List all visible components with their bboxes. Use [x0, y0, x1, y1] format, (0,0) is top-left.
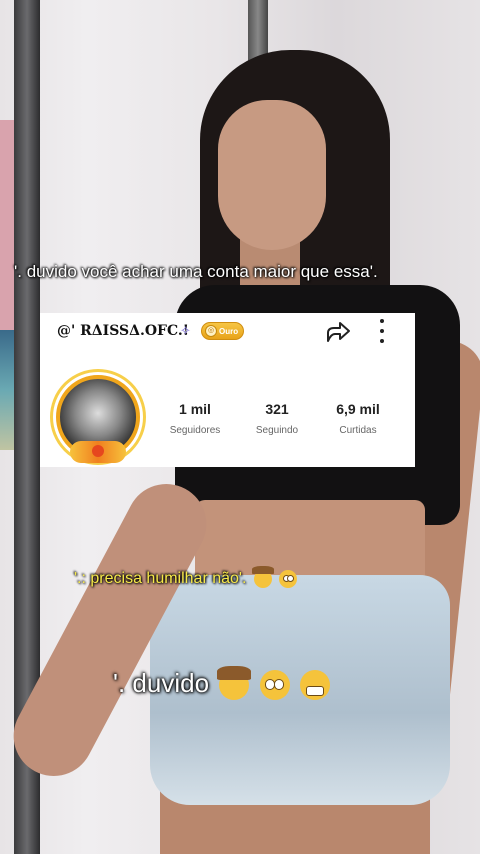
stat-label: Seguindo [255, 425, 299, 436]
caption-top: '. duvido você achar uma conta maior que… [14, 262, 378, 281]
stat-value: 321 [265, 401, 289, 417]
profile-username: @' RΔISSΔ.OFC.! [57, 323, 189, 339]
rank-badge: ◎ Ouro [201, 322, 245, 340]
stat-following[interactable]: 321 Seguindo [242, 401, 312, 436]
stat-followers[interactable]: 1 mil Seguidores [160, 401, 230, 436]
more-vertical-icon[interactable] [377, 319, 387, 343]
gold-coin-icon: ◎ [205, 325, 217, 337]
stat-value: 6,9 mil [336, 401, 380, 417]
grin-emoji-icon [299, 670, 330, 701]
eye-roll-emoji-icon [279, 570, 298, 588]
cowboy-emoji-icon [217, 666, 252, 701]
subtitle-1-text: '.: precisa humilhar não'. [74, 570, 247, 588]
sparkle-icon: ✧ [180, 323, 191, 338]
rank-badge-label: Ouro [219, 326, 239, 336]
stat-label: Seguidores [169, 425, 221, 436]
subtitle-1: '.: precisa humilhar não'. [74, 566, 298, 588]
subtitle-2: '. duvido [113, 666, 330, 701]
avatar-frame-ornament [70, 441, 126, 463]
person-face [218, 100, 326, 250]
subtitle-2-text: '. duvido [113, 668, 210, 698]
stat-label: Curtidas [339, 425, 377, 436]
profile-card: @' RΔISSΔ.OFC.! ✧ ◎ Ouro 1 mil Seguidore… [40, 313, 415, 467]
stat-likes[interactable]: 6,9 mil Curtidas [323, 401, 393, 436]
share-arrow-icon[interactable] [324, 319, 352, 345]
cowboy-emoji-icon [251, 566, 274, 588]
eye-roll-emoji-icon [259, 670, 290, 701]
stat-value: 1 mil [179, 401, 211, 417]
